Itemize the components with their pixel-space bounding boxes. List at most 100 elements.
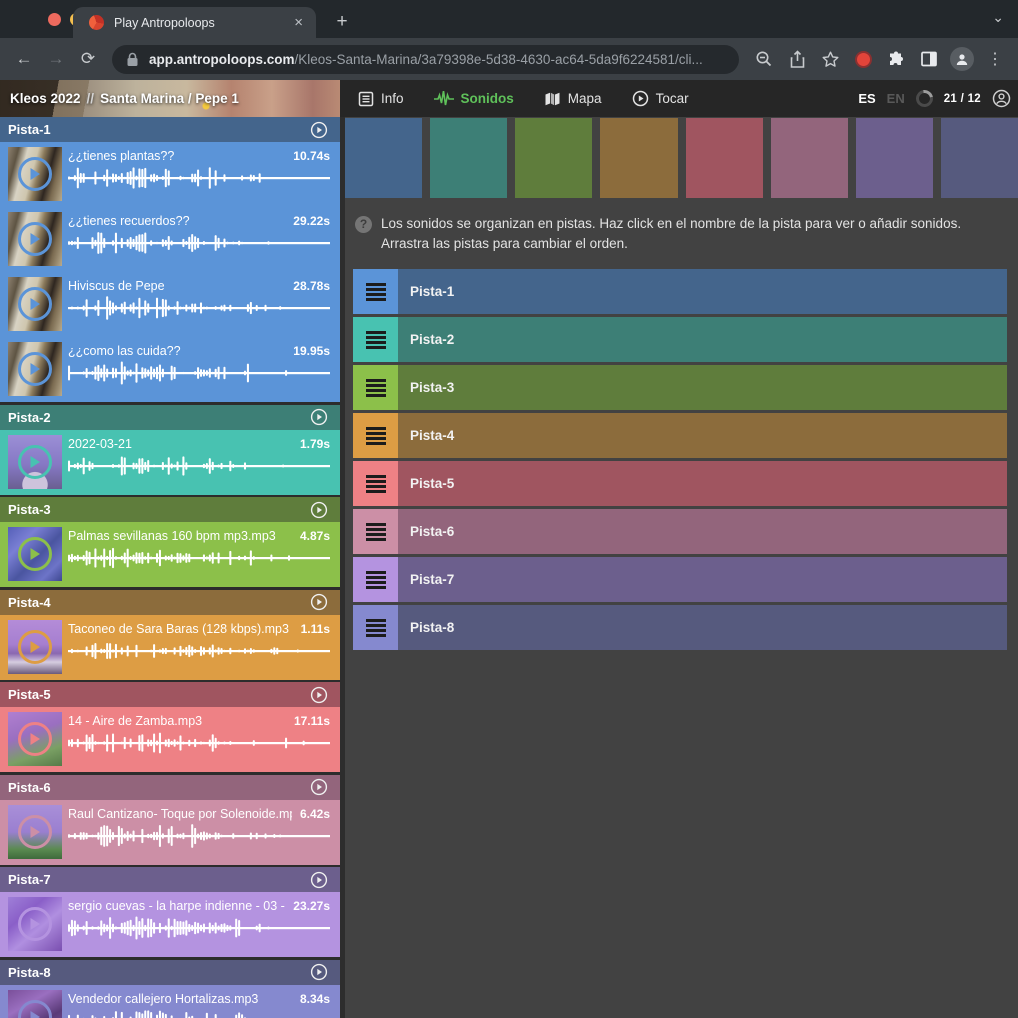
clip-thumbnail[interactable] (8, 212, 62, 266)
clip-play-icon[interactable] (18, 287, 52, 321)
audio-clip[interactable]: sergio cuevas - la harpe indienne - 03 -… (0, 892, 340, 957)
clip-thumbnail[interactable] (8, 147, 62, 201)
track-section-header[interactable]: Pista-6 (0, 775, 340, 800)
share-icon[interactable] (784, 46, 810, 72)
profile-avatar[interactable] (949, 46, 975, 72)
audio-clip[interactable]: Raul Cantizano- Toque por Solenoide.mp36… (0, 800, 340, 865)
track-row[interactable]: Pista-6 (353, 509, 1007, 554)
track-row-body[interactable]: Pista-5 (398, 461, 1007, 506)
track-name[interactable]: Pista-7 (8, 872, 51, 887)
track-section-header[interactable]: Pista-1 (0, 117, 340, 142)
track-row-label[interactable]: Pista-3 (410, 380, 454, 395)
audio-clip[interactable]: Vendedor callejero Hortalizas.mp38.34s (0, 985, 340, 1018)
clip-play-icon[interactable] (18, 907, 52, 941)
track-row-label[interactable]: Pista-2 (410, 332, 454, 347)
track-play-icon[interactable] (310, 501, 328, 519)
track-play-icon[interactable] (310, 963, 328, 981)
track-row-label[interactable]: Pista-1 (410, 284, 454, 299)
track-row[interactable]: Pista-7 (353, 557, 1007, 602)
new-tab-button[interactable]: + (330, 10, 354, 34)
track-row-label[interactable]: Pista-7 (410, 572, 454, 587)
clip-thumbnail[interactable] (8, 527, 62, 581)
close-window-button[interactable] (48, 13, 61, 26)
track-section-header[interactable]: Pista-3 (0, 497, 340, 522)
tab-info[interactable]: Info (358, 91, 404, 107)
clip-thumbnail[interactable] (8, 277, 62, 331)
track-section-header[interactable]: Pista-5 (0, 682, 340, 707)
track-name[interactable]: Pista-1 (8, 122, 51, 137)
clip-play-icon[interactable] (18, 445, 52, 479)
drag-handle-icon[interactable] (353, 317, 398, 362)
drag-handle-icon[interactable] (353, 365, 398, 410)
track-play-icon[interactable] (310, 408, 328, 426)
audio-clip[interactable]: ¿¿tienes recuerdos??29.22s (0, 207, 340, 272)
track-name[interactable]: Pista-8 (8, 965, 51, 980)
track-row-body[interactable]: Pista-3 (398, 365, 1007, 410)
audio-clip[interactable]: ¿¿como las cuida??19.95s (0, 337, 340, 402)
breadcrumb-session[interactable]: Santa Marina / Pepe 1 (100, 91, 239, 106)
breadcrumb[interactable]: Kleos 2022//Santa Marina / Pepe 1 (0, 91, 239, 106)
track-row[interactable]: Pista-3 (353, 365, 1007, 410)
track-row-body[interactable]: Pista-1 (398, 269, 1007, 314)
clip-play-icon[interactable] (18, 815, 52, 849)
track-name[interactable]: Pista-5 (8, 687, 51, 702)
audio-clip[interactable]: 2022-03-211.79s (0, 430, 340, 495)
track-row[interactable]: Pista-8 (353, 605, 1007, 650)
record-extension-icon[interactable] (850, 46, 876, 72)
account-circle-icon[interactable] (992, 89, 1011, 108)
track-row-label[interactable]: Pista-8 (410, 620, 454, 635)
track-name[interactable]: Pista-2 (8, 410, 51, 425)
track-play-icon[interactable] (310, 778, 328, 796)
track-row-body[interactable]: Pista-7 (398, 557, 1007, 602)
clip-thumbnail[interactable] (8, 897, 62, 951)
clip-thumbnail[interactable] (8, 620, 62, 674)
drag-handle-icon[interactable] (353, 269, 398, 314)
tab-search-chevron-icon[interactable]: ⌄ (992, 9, 1004, 26)
track-row-label[interactable]: Pista-4 (410, 428, 454, 443)
clip-thumbnail[interactable] (8, 342, 62, 396)
track-section-header[interactable]: Pista-4 (0, 590, 340, 615)
address-bar[interactable]: app.antropoloops.com/Kleos-Santa-Marina/… (112, 45, 739, 74)
track-play-icon[interactable] (310, 121, 328, 139)
drag-handle-icon[interactable] (353, 461, 398, 506)
track-row[interactable]: Pista-5 (353, 461, 1007, 506)
track-row[interactable]: Pista-1 (353, 269, 1007, 314)
track-row-label[interactable]: Pista-5 (410, 476, 454, 491)
clip-play-icon[interactable] (18, 537, 52, 571)
lang-es-button[interactable]: ES (858, 91, 875, 106)
clip-thumbnail[interactable] (8, 990, 62, 1018)
clip-thumbnail[interactable] (8, 435, 62, 489)
audio-clip[interactable]: 14 - Aire de Zamba.mp317.11s (0, 707, 340, 772)
track-section-header[interactable]: Pista-7 (0, 867, 340, 892)
track-name[interactable]: Pista-3 (8, 502, 51, 517)
drag-handle-icon[interactable] (353, 557, 398, 602)
track-play-icon[interactable] (310, 871, 328, 889)
side-panel-icon[interactable] (916, 46, 942, 72)
track-section-header[interactable]: Pista-8 (0, 960, 340, 985)
clip-thumbnail[interactable] (8, 712, 62, 766)
track-row-body[interactable]: Pista-8 (398, 605, 1007, 650)
track-play-icon[interactable] (310, 686, 328, 704)
track-row-body[interactable]: Pista-2 (398, 317, 1007, 362)
track-row[interactable]: Pista-4 (353, 413, 1007, 458)
breadcrumb-project[interactable]: Kleos 2022 (10, 91, 81, 106)
audio-clip[interactable]: Taconeo de Sara Baras (128 kbps).mp31.11… (0, 615, 340, 680)
clip-play-icon[interactable] (18, 722, 52, 756)
clip-play-icon[interactable] (18, 352, 52, 386)
track-section-header[interactable]: Pista-2 (0, 405, 340, 430)
bookmark-star-icon[interactable] (817, 46, 843, 72)
zoom-icon[interactable] (751, 46, 777, 72)
track-row-label[interactable]: Pista-6 (410, 524, 454, 539)
clip-play-icon[interactable] (18, 1000, 52, 1018)
browser-menu-icon[interactable]: ⋮ (982, 46, 1008, 72)
lang-en-button[interactable]: EN (887, 91, 905, 106)
map-photo-banner[interactable]: Kleos 2022//Santa Marina / Pepe 1 (0, 80, 340, 117)
track-row-body[interactable]: Pista-6 (398, 509, 1007, 554)
tab-tocar[interactable]: Tocar (632, 90, 689, 107)
track-row[interactable]: Pista-2 (353, 317, 1007, 362)
track-name[interactable]: Pista-4 (8, 595, 51, 610)
reload-button[interactable]: ⟳ (74, 45, 102, 73)
track-row-body[interactable]: Pista-4 (398, 413, 1007, 458)
extensions-puzzle-icon[interactable] (883, 46, 909, 72)
track-name[interactable]: Pista-6 (8, 780, 51, 795)
